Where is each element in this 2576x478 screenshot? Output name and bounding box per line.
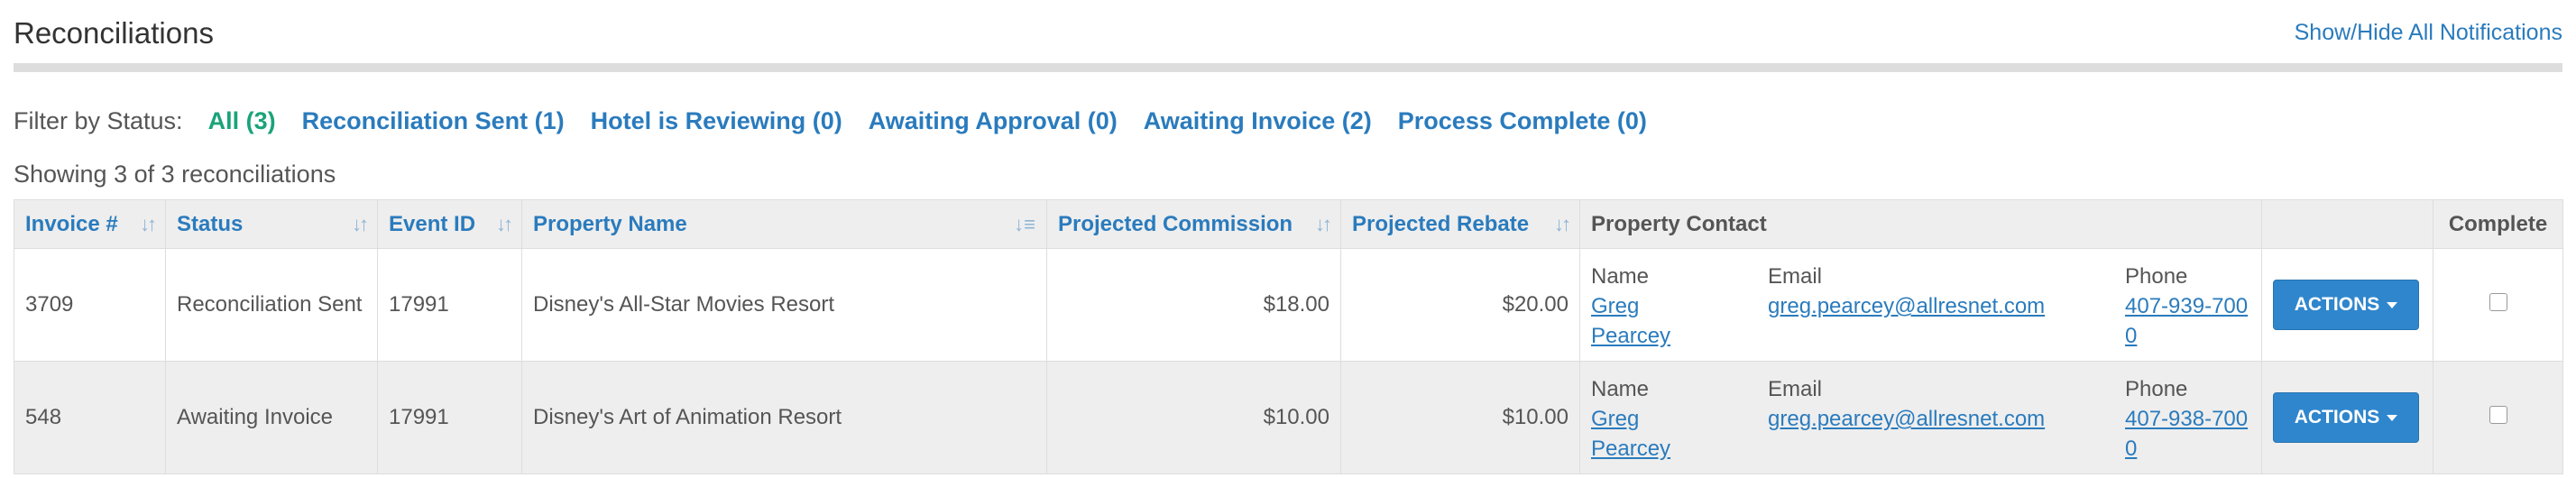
actions-button[interactable]: ACTIONS <box>2273 392 2419 443</box>
sort-icon[interactable]: ↓↑ <box>1315 213 1332 236</box>
cell-complete <box>2433 248 2563 362</box>
column-header-label: Projected Rebate <box>1352 211 1530 236</box>
sort-icon[interactable]: ↓↑ <box>140 213 157 236</box>
sort-ascending-icon[interactable]: ↓≡ <box>1014 213 1035 236</box>
cell-projected-rebate: $10.00 <box>1340 361 1580 474</box>
contact-name-block: Name Greg Pearcey <box>1591 374 1670 464</box>
column-header-event-id[interactable]: Event ID ↓↑ <box>377 199 522 249</box>
caret-down-icon <box>2387 414 2398 421</box>
contact-phone-link[interactable]: 407-939-700 <box>2125 294 2248 318</box>
cell-property-name: Disney's All-Star Movies Resort <box>521 248 1047 362</box>
cell-event-id: 17991 <box>377 361 522 474</box>
cell-status: Reconciliation Sent <box>165 248 378 362</box>
filter-hotel-reviewing[interactable]: Hotel is Reviewing (0) <box>591 107 842 135</box>
status-filter-bar: Filter by Status: All (3) Reconciliation… <box>14 103 1673 139</box>
column-header-invoice[interactable]: Invoice # ↓↑ <box>14 199 166 249</box>
contact-email-link[interactable]: greg.pearcey@allresnet.com <box>1768 294 2045 318</box>
filter-all[interactable]: All (3) <box>208 107 276 135</box>
cell-property-contact: Name Greg Pearcey Email greg.pearcey@all… <box>1579 361 2262 474</box>
column-header-projected-rebate[interactable]: Projected Rebate ↓↑ <box>1340 199 1580 249</box>
sort-icon[interactable]: ↓↑ <box>352 213 369 236</box>
contact-email-label: Email <box>1768 377 1823 401</box>
filter-awaiting-invoice[interactable]: Awaiting Invoice (2) <box>1144 107 1372 135</box>
contact-email-label: Email <box>1768 264 1823 289</box>
column-header-status[interactable]: Status ↓↑ <box>165 199 378 249</box>
contact-name-link[interactable]: Pearcey <box>1591 437 1670 461</box>
actions-button-label: ACTIONS <box>2294 294 2380 315</box>
contact-name-label: Name <box>1591 377 1650 401</box>
contact-phone-link[interactable]: 0 <box>2125 324 2137 348</box>
table-header-row: Invoice # ↓↑ Status ↓↑ Event ID ↓↑ Property… <box>14 199 2563 249</box>
cell-property-name: Disney's Art of Animation Resort <box>521 361 1047 474</box>
cell-complete <box>2433 361 2563 474</box>
filter-process-complete[interactable]: Process Complete (0) <box>1398 107 1647 135</box>
results-summary: Showing 3 of 3 reconciliations <box>14 161 336 188</box>
sort-icon[interactable]: ↓↑ <box>1554 213 1571 236</box>
contact-phone-link[interactable]: 0 <box>2125 437 2137 461</box>
contact-phone-label: Phone <box>2125 377 2188 401</box>
contact-phone-label: Phone <box>2125 264 2188 289</box>
column-header-property-name[interactable]: Property Name ↓≡ <box>521 199 1047 249</box>
column-header-complete: Complete <box>2433 199 2563 249</box>
filter-reconciliation-sent[interactable]: Reconciliation Sent (1) <box>302 107 565 135</box>
actions-button-label: ACTIONS <box>2294 407 2380 427</box>
reconciliations-page: Reconciliations Show/Hide All Notificati… <box>0 0 2576 478</box>
cell-status: Awaiting Invoice <box>165 361 378 474</box>
cell-invoice: 3709 <box>14 248 166 362</box>
cell-actions: ACTIONS <box>2261 248 2433 362</box>
column-header-label: Status <box>177 211 244 236</box>
cell-projected-commission: $18.00 <box>1046 248 1341 362</box>
column-header-label: Property Name <box>533 211 687 236</box>
cell-property-contact: Name Greg Pearcey Email greg.pearcey@all… <box>1579 248 2262 362</box>
column-header-actions <box>2261 199 2433 249</box>
contact-phone-link[interactable]: 407-938-700 <box>2125 407 2248 431</box>
cell-projected-rebate: $20.00 <box>1340 248 1580 362</box>
column-header-label: Event ID <box>389 211 476 236</box>
complete-checkbox[interactable] <box>2489 406 2507 424</box>
contact-name-link[interactable]: Greg <box>1591 294 1639 318</box>
contact-phone-block: Phone 407-939-700 0 <box>2125 262 2248 351</box>
column-header-label: Invoice # <box>25 211 118 236</box>
cell-projected-commission: $10.00 <box>1046 361 1341 474</box>
header-divider <box>14 63 2562 72</box>
column-header-property-contact: Property Contact <box>1579 199 2262 249</box>
show-hide-notifications-link[interactable]: Show/Hide All Notifications <box>2295 20 2562 46</box>
cell-invoice: 548 <box>14 361 166 474</box>
sort-icon[interactable]: ↓↑ <box>496 213 513 236</box>
reconciliations-table: Invoice # ↓↑ Status ↓↑ Event ID ↓↑ Property… <box>14 199 2563 474</box>
page-title: Reconciliations <box>14 16 214 50</box>
column-header-projected-commission[interactable]: Projected Commission ↓↑ <box>1046 199 1341 249</box>
filter-awaiting-approval[interactable]: Awaiting Approval (0) <box>869 107 1118 135</box>
contact-email-block: Email greg.pearcey@allresnet.com <box>1768 374 2045 434</box>
contact-name-block: Name Greg Pearcey <box>1591 262 1670 351</box>
complete-checkbox[interactable] <box>2489 293 2507 311</box>
contact-phone-block: Phone 407-938-700 0 <box>2125 374 2248 464</box>
filter-label: Filter by Status: <box>14 106 183 134</box>
contact-email-block: Email greg.pearcey@allresnet.com <box>1768 262 2045 321</box>
contact-name-label: Name <box>1591 264 1650 289</box>
caret-down-icon <box>2387 301 2398 308</box>
table-row: 548 Awaiting Invoice 17991 Disney's Art … <box>14 361 2563 474</box>
page-header: Reconciliations Show/Hide All Notificati… <box>14 11 2562 65</box>
cell-event-id: 17991 <box>377 248 522 362</box>
actions-button[interactable]: ACTIONS <box>2273 280 2419 330</box>
contact-email-link[interactable]: greg.pearcey@allresnet.com <box>1768 407 2045 431</box>
cell-actions: ACTIONS <box>2261 361 2433 474</box>
contact-name-link[interactable]: Greg <box>1591 407 1639 431</box>
column-header-label: Projected Commission <box>1058 211 1293 236</box>
contact-name-link[interactable]: Pearcey <box>1591 324 1670 348</box>
table-row: 3709 Reconciliation Sent 17991 Disney's … <box>14 248 2563 362</box>
